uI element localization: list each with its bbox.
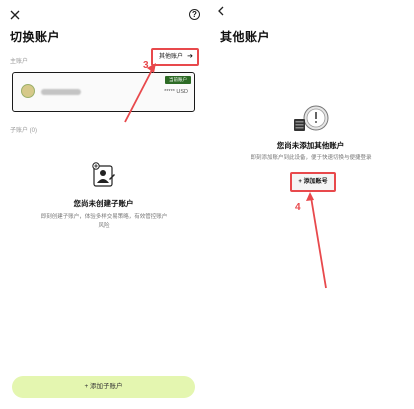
annotation-step-3: 3	[143, 60, 149, 71]
add-sub-account-button[interactable]: + 添加子账户	[12, 376, 195, 398]
empty-sub-accounts-title: 您尚未创建子账户	[73, 199, 134, 208]
help-icon[interactable]: ?	[189, 9, 200, 20]
switch-account-screen: ? 切换账户 主账户 其他账户 ➔ 当前账户 ***** USD 子账户 (0)…	[0, 0, 207, 409]
add-user-illustration-icon	[92, 162, 115, 187]
avatar	[21, 84, 35, 98]
empty-other-accounts-desc: 即刻添加账户到此设备，便于快速切换与便捷登录	[250, 155, 372, 161]
account-name-redacted	[41, 89, 81, 95]
add-account-button[interactable]: + 添加账号	[290, 172, 336, 192]
close-icon[interactable]	[10, 10, 20, 20]
device-clock-illustration-icon	[294, 105, 329, 131]
annotation-step-4: 4	[295, 202, 301, 213]
sub-accounts-label: 子账户 (0)	[10, 128, 38, 134]
other-accounts-screen: 其他账户 您尚未添加其他账户 即刻添加账户到此设备，便于快速切换与便捷登录 + …	[207, 0, 414, 409]
main-account-label: 主账户	[10, 59, 29, 65]
page-title: 其他账户	[220, 30, 271, 44]
back-chevron-icon[interactable]	[216, 6, 226, 16]
main-account-card[interactable]: 当前账户 ***** USD	[12, 72, 195, 112]
arrow-right-icon: ➔	[187, 53, 193, 60]
other-accounts-link[interactable]: 其他账户 ➔	[151, 48, 199, 66]
page-title: 切换账户	[10, 30, 61, 44]
account-balance: ***** USD	[164, 89, 188, 95]
current-account-badge: 当前账户	[165, 76, 191, 84]
empty-other-accounts-title: 您尚未添加其他账户	[276, 141, 345, 150]
empty-sub-accounts-desc: 即刻创建子账户，体验多样交易策略，有效管控账户风险	[40, 214, 168, 229]
other-accounts-label: 其他账户	[159, 54, 184, 60]
